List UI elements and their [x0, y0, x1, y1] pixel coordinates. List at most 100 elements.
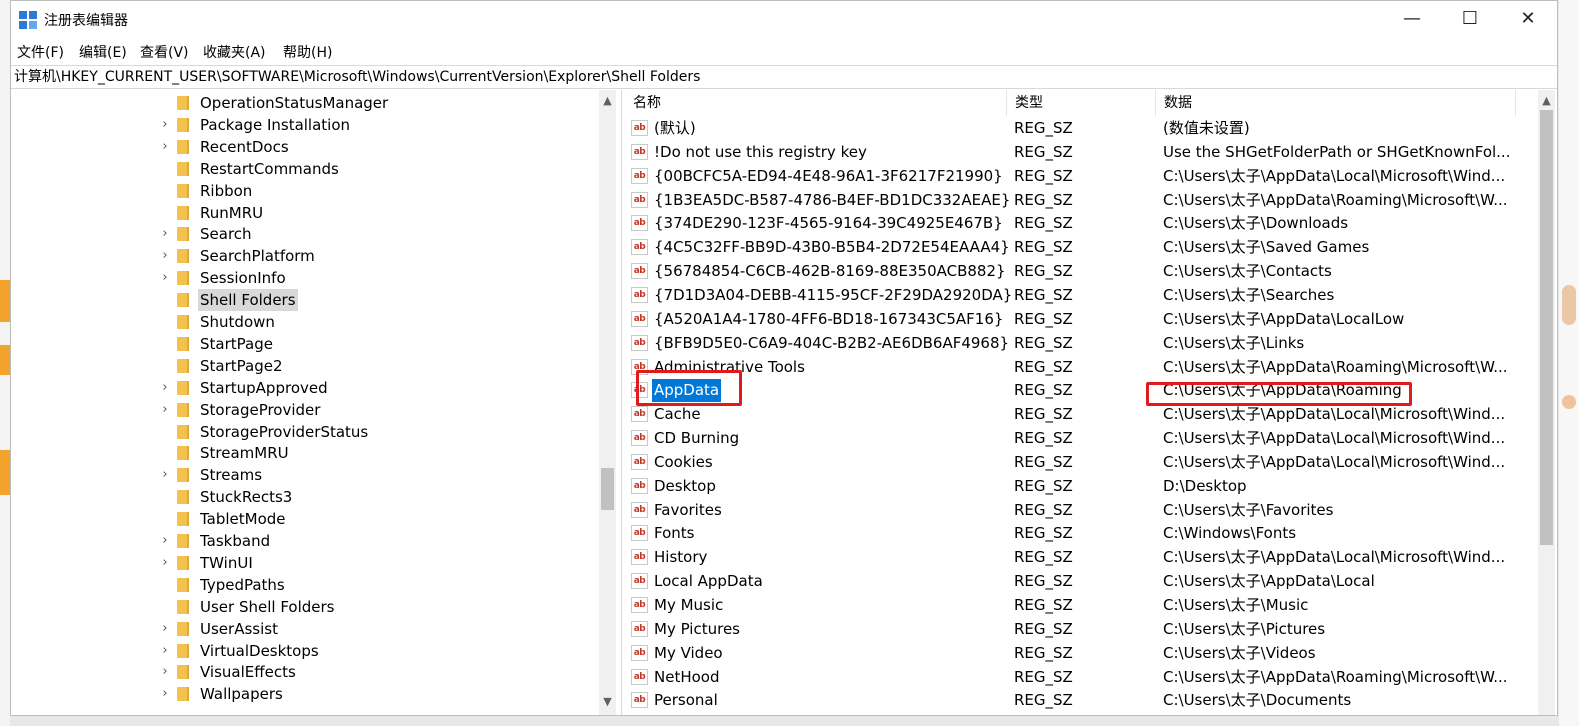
value-data: D:\Desktop — [1163, 476, 1247, 495]
expand-chevron-icon[interactable]: › — [159, 618, 171, 640]
value-row[interactable]: ab Personal REG_SZ C:\Users\太子\Documents — [625, 689, 1535, 712]
value-row[interactable]: ab CD Burning REG_SZ C:\Users\太子\AppData\Lo… — [625, 427, 1535, 450]
value-row[interactable]: ab {BFB9D5E0-C6A9-404C-B2B2-AE6DB6AF4968}… — [625, 332, 1535, 355]
value-row[interactable]: ab Fonts REG_SZ C:\Windows\Fonts — [625, 522, 1535, 545]
tree-item[interactable]: Shell Folders — [11, 289, 601, 312]
tree-item[interactable]: › Wallpapers — [11, 683, 601, 705]
column-header-type[interactable]: 类型 — [1007, 90, 1156, 116]
expand-chevron-icon[interactable]: › — [159, 245, 171, 267]
menu-favorites[interactable]: 收藏夹(A) — [203, 42, 266, 62]
value-row[interactable]: ab {7D1D3A04-DEBB-4115-95CF-2F29DA2920DA}… — [625, 284, 1535, 307]
scroll-up-arrow-icon[interactable]: ▲ — [599, 92, 616, 109]
maximize-button[interactable]: ☐ — [1441, 1, 1499, 37]
menu-edit[interactable]: 编辑(E) — [79, 42, 127, 62]
value-row[interactable]: ab Local AppData REG_SZ C:\Users\太子\AppData… — [625, 570, 1535, 593]
value-type: REG_SZ — [1014, 333, 1073, 352]
tree-item[interactable]: TabletMode — [11, 508, 601, 530]
tree-item[interactable]: › UserAssist — [11, 618, 601, 640]
tree-item[interactable]: › StorageProvider — [11, 399, 601, 421]
tree-item[interactable]: OperationStatusManager — [11, 92, 601, 114]
value-row[interactable]: ab {374DE290-123F-4565-9164-39C4925E467B}… — [625, 212, 1535, 235]
value-data: C:\Users\太子\AppData\Local\Microsoft\Wind… — [1163, 548, 1506, 567]
value-row[interactable]: ab Favorites REG_SZ C:\Users\太子\Favorites — [625, 499, 1535, 522]
expand-chevron-icon[interactable]: › — [159, 377, 171, 399]
folder-icon — [177, 424, 189, 439]
expand-chevron-icon[interactable]: › — [159, 223, 171, 245]
menu-help[interactable]: 帮助(H) — [283, 42, 332, 62]
list-scrollbar[interactable]: ▲ — [1538, 90, 1555, 715]
tree-item[interactable]: › Search — [11, 223, 601, 245]
value-row[interactable]: ab {1B3EA5DC-B587-4786-B4EF-BD1DC332AEAE}… — [625, 189, 1535, 212]
values-list-pane: 名称 类型 数据 ab (默认) REG_SZ (数值未设置) ab !Do not us… — [625, 90, 1557, 715]
value-row[interactable]: ab {A520A1A4-1780-4FF6-BD18-167343C5AF16}… — [625, 308, 1535, 331]
tree-item[interactable]: › StartupApproved — [11, 377, 601, 399]
tree-item[interactable]: › SessionInfo — [11, 267, 601, 289]
tree-item[interactable]: › Package Installation — [11, 114, 601, 136]
tree-item-label: UserAssist — [200, 619, 278, 638]
value-data: C:\Users\太子\Pictures — [1163, 619, 1326, 638]
tree-item[interactable]: › VisualEffects — [11, 661, 601, 683]
folder-icon — [177, 534, 189, 548]
minimize-button[interactable]: — — [1383, 1, 1441, 37]
expand-chevron-icon[interactable]: › — [159, 661, 171, 683]
menu-view[interactable]: 查看(V) — [140, 42, 189, 62]
menu-file[interactable]: 文件(F) — [17, 42, 64, 62]
tree-item[interactable]: TypedPaths — [11, 574, 601, 596]
expand-chevron-icon[interactable]: › — [159, 399, 171, 421]
value-row[interactable]: ab {00BCFC5A-ED94-4E48-96A1-3F6217F21990}… — [625, 165, 1535, 188]
address-bar[interactable]: 计算机\HKEY_CURRENT_USER\SOFTWARE\Microsoft… — [11, 65, 1557, 89]
value-data: C:\Users\太子\Links — [1163, 333, 1305, 352]
value-name: {7D1D3A04-DEBB-4115-95CF-2F29DA2920DA} — [654, 285, 1013, 304]
tree-item[interactable]: Shutdown — [11, 311, 601, 333]
value-row[interactable]: ab My Pictures REG_SZ C:\Users\太子\Pictures — [625, 618, 1535, 641]
tree-item[interactable]: › Taskband — [11, 530, 601, 552]
tree-item[interactable]: StreamMRU — [11, 442, 601, 464]
tree-item[interactable]: Ribbon — [11, 180, 601, 202]
value-row[interactable]: ab History REG_SZ C:\Users\太子\AppData\Local… — [625, 546, 1535, 569]
expand-chevron-icon[interactable]: › — [159, 114, 171, 136]
value-row[interactable]: ab {4C5C32FF-BB9D-43B0-B5B4-2D72E54EAAA4}… — [625, 236, 1535, 259]
tree-item[interactable]: StartPage — [11, 333, 601, 355]
expand-chevron-icon[interactable]: › — [159, 464, 171, 486]
tree-item-label: TWinUI — [200, 553, 253, 572]
value-row[interactable]: ab Desktop REG_SZ D:\Desktop — [625, 475, 1535, 498]
tree-item[interactable]: › RecentDocs — [11, 136, 601, 158]
expand-chevron-icon[interactable]: › — [159, 136, 171, 158]
close-button[interactable]: ✕ — [1499, 1, 1557, 37]
tree-item[interactable]: › VirtualDesktops — [11, 640, 601, 662]
value-row[interactable]: ab !Do not use this registry key REG_SZ Use… — [625, 141, 1535, 164]
value-row[interactable]: ab Administrative Tools REG_SZ C:\Users\太子\… — [625, 356, 1535, 379]
scroll-down-arrow-icon[interactable]: ▼ — [599, 693, 616, 710]
tree-scroll-thumb[interactable] — [601, 468, 614, 510]
tree-item[interactable]: User Shell Folders — [11, 596, 601, 618]
value-row[interactable]: ab (默认) REG_SZ (数值未设置) — [625, 117, 1535, 140]
expand-chevron-icon[interactable]: › — [159, 530, 171, 552]
tree-item[interactable]: StartPage2 — [11, 355, 601, 377]
value-name: {BFB9D5E0-C6A9-404C-B2B2-AE6DB6AF4968} — [654, 333, 1010, 352]
column-header-name[interactable]: 名称 — [625, 90, 1007, 116]
scroll-up-arrow-icon[interactable]: ▲ — [1538, 92, 1555, 109]
value-row[interactable]: ab My Music REG_SZ C:\Users\太子\Music — [625, 594, 1535, 617]
column-header-data[interactable]: 数据 — [1156, 90, 1516, 116]
tree-item[interactable]: StuckRects3 — [11, 486, 601, 508]
value-row[interactable]: ab NetHood REG_SZ C:\Users\太子\AppData\Roami… — [625, 666, 1535, 689]
tree-item[interactable]: RunMRU — [11, 202, 601, 224]
expand-chevron-icon[interactable]: › — [159, 640, 171, 662]
value-type: REG_SZ — [1014, 214, 1073, 233]
value-row[interactable]: ab Cache REG_SZ C:\Users\太子\AppData\Local\M… — [625, 403, 1535, 426]
expand-chevron-icon[interactable]: › — [159, 267, 171, 289]
tree-item[interactable]: › TWinUI — [11, 552, 601, 574]
string-value-icon: ab — [631, 644, 648, 661]
expand-chevron-icon[interactable]: › — [159, 552, 171, 574]
list-scroll-thumb[interactable] — [1540, 110, 1553, 545]
value-row[interactable]: ab My Video REG_SZ C:\Users\太子\Videos — [625, 642, 1535, 665]
expand-chevron-icon[interactable]: › — [159, 683, 171, 705]
value-row[interactable]: ab Cookies REG_SZ C:\Users\太子\AppData\Local… — [625, 451, 1535, 474]
tree-scrollbar[interactable]: ▲ ▼ — [599, 90, 616, 715]
value-type: REG_SZ — [1014, 262, 1073, 281]
tree-item[interactable]: StorageProviderStatus — [11, 421, 601, 443]
tree-item[interactable]: › SearchPlatform — [11, 245, 601, 267]
tree-item[interactable]: › Streams — [11, 464, 601, 486]
value-row[interactable]: ab {56784854-C6CB-462B-8169-88E350ACB882}… — [625, 260, 1535, 283]
tree-item[interactable]: RestartCommands — [11, 158, 601, 180]
